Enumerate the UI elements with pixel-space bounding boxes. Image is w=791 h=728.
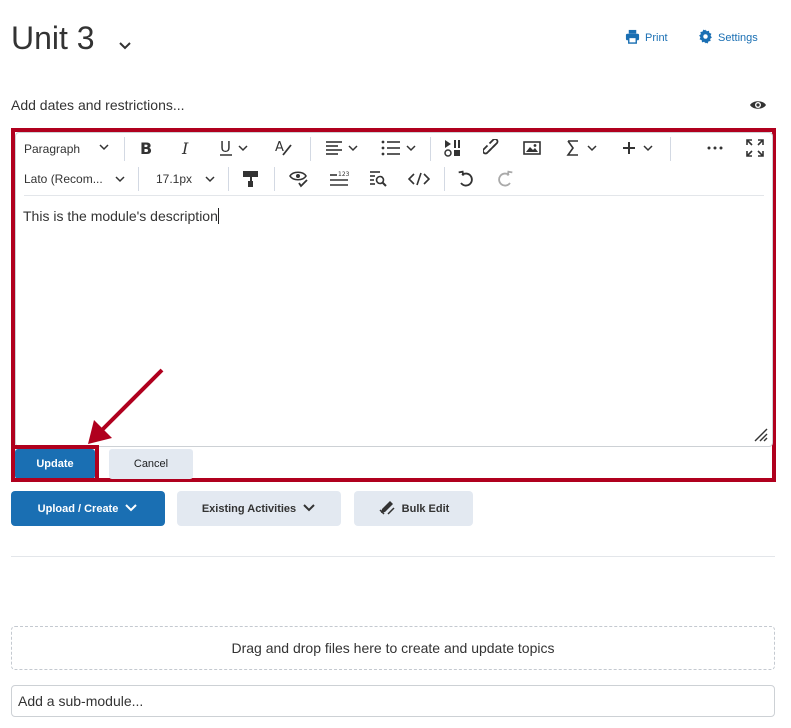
- chevron-down-icon: [302, 500, 316, 517]
- toolbar-divider: [430, 137, 431, 161]
- svg-text:B: B: [140, 139, 152, 157]
- link-icon[interactable]: [483, 139, 501, 157]
- find-replace-icon[interactable]: [368, 170, 388, 188]
- toolbar-divider: [138, 167, 139, 191]
- svg-text:U: U: [220, 139, 231, 156]
- font-family-value: Lato (Recom...: [24, 172, 103, 186]
- chevron-down-icon: [204, 173, 216, 185]
- toolbar-divider: [310, 137, 311, 161]
- clear-format-icon[interactable]: A: [274, 139, 294, 157]
- underline-icon[interactable]: U: [218, 139, 250, 157]
- bold-icon[interactable]: B: [138, 139, 156, 157]
- settings-button[interactable]: Settings: [698, 29, 758, 47]
- eye-icon[interactable]: [749, 97, 767, 113]
- existing-activities-label: Existing Activities: [201, 502, 297, 515]
- editor-content[interactable]: This is the module's description: [23, 208, 219, 224]
- word-count-icon[interactable]: 123: [328, 170, 350, 188]
- update-highlight-frame: [11, 445, 99, 482]
- svg-text:I: I: [181, 139, 189, 157]
- bulk-edit-label: Bulk Edit: [401, 502, 450, 515]
- font-size-select[interactable]: 17.1px: [156, 167, 192, 191]
- print-label: Print: [645, 32, 668, 44]
- chevron-down-icon: [114, 173, 126, 185]
- toolbar-divider: [274, 167, 275, 191]
- chevron-down-icon: [124, 500, 138, 517]
- italic-icon[interactable]: I: [178, 139, 196, 157]
- svg-text:123: 123: [338, 171, 350, 178]
- list-icon[interactable]: [380, 139, 418, 157]
- fullscreen-icon[interactable]: [746, 139, 764, 157]
- add-submodule-input[interactable]: Add a sub-module...: [11, 685, 775, 717]
- page-title: Unit 3: [11, 20, 95, 56]
- section-divider: [11, 556, 775, 557]
- pencil-icon: [378, 498, 396, 519]
- format-painter-icon[interactable]: [242, 170, 260, 188]
- printer-icon: [625, 29, 640, 47]
- source-code-icon[interactable]: [408, 170, 430, 188]
- settings-label: Settings: [718, 32, 758, 44]
- paragraph-select[interactable]: Paragraph: [24, 137, 80, 161]
- chevron-down-icon: [98, 141, 110, 153]
- toolbar-divider: [124, 137, 125, 161]
- font-family-select[interactable]: Lato (Recom...: [24, 167, 103, 191]
- equation-icon[interactable]: [566, 139, 602, 157]
- insert-plus-icon[interactable]: [622, 139, 658, 157]
- editor-content-text: This is the module's description: [23, 208, 218, 224]
- resize-handle-icon[interactable]: [752, 426, 768, 442]
- font-size-value: 17.1px: [156, 172, 193, 186]
- more-icon[interactable]: [706, 139, 724, 157]
- toolbar-divider: [228, 167, 229, 191]
- redo-icon[interactable]: [496, 170, 514, 188]
- insert-media-icon[interactable]: [444, 139, 464, 157]
- bulk-edit-button[interactable]: Bulk Edit: [354, 491, 473, 526]
- toolbar-bottom-border: [24, 195, 764, 196]
- image-icon[interactable]: [523, 139, 541, 157]
- dropzone-label: Drag and drop files here to create and u…: [231, 640, 555, 656]
- accessibility-check-icon[interactable]: [289, 170, 309, 188]
- file-dropzone[interactable]: Drag and drop files here to create and u…: [11, 626, 775, 670]
- chevron-down-icon[interactable]: [116, 36, 134, 54]
- upload-create-label: Upload / Create: [37, 502, 119, 515]
- toolbar-divider: [670, 137, 671, 161]
- svg-text:A: A: [275, 140, 284, 155]
- annotation-arrow-icon: [88, 368, 164, 444]
- gear-icon: [698, 29, 713, 47]
- text-caret: [217, 208, 219, 224]
- undo-icon[interactable]: [457, 170, 475, 188]
- toolbar-divider: [444, 167, 445, 191]
- align-icon[interactable]: [324, 139, 360, 157]
- paragraph-select-value: Paragraph: [24, 142, 81, 156]
- cancel-button[interactable]: Cancel: [109, 449, 193, 479]
- add-submodule-placeholder: Add a sub-module...: [18, 693, 144, 709]
- upload-create-button[interactable]: Upload / Create: [11, 491, 165, 526]
- print-button[interactable]: Print: [625, 29, 668, 47]
- add-dates-link[interactable]: Add dates and restrictions...: [11, 97, 185, 113]
- existing-activities-button[interactable]: Existing Activities: [177, 491, 341, 526]
